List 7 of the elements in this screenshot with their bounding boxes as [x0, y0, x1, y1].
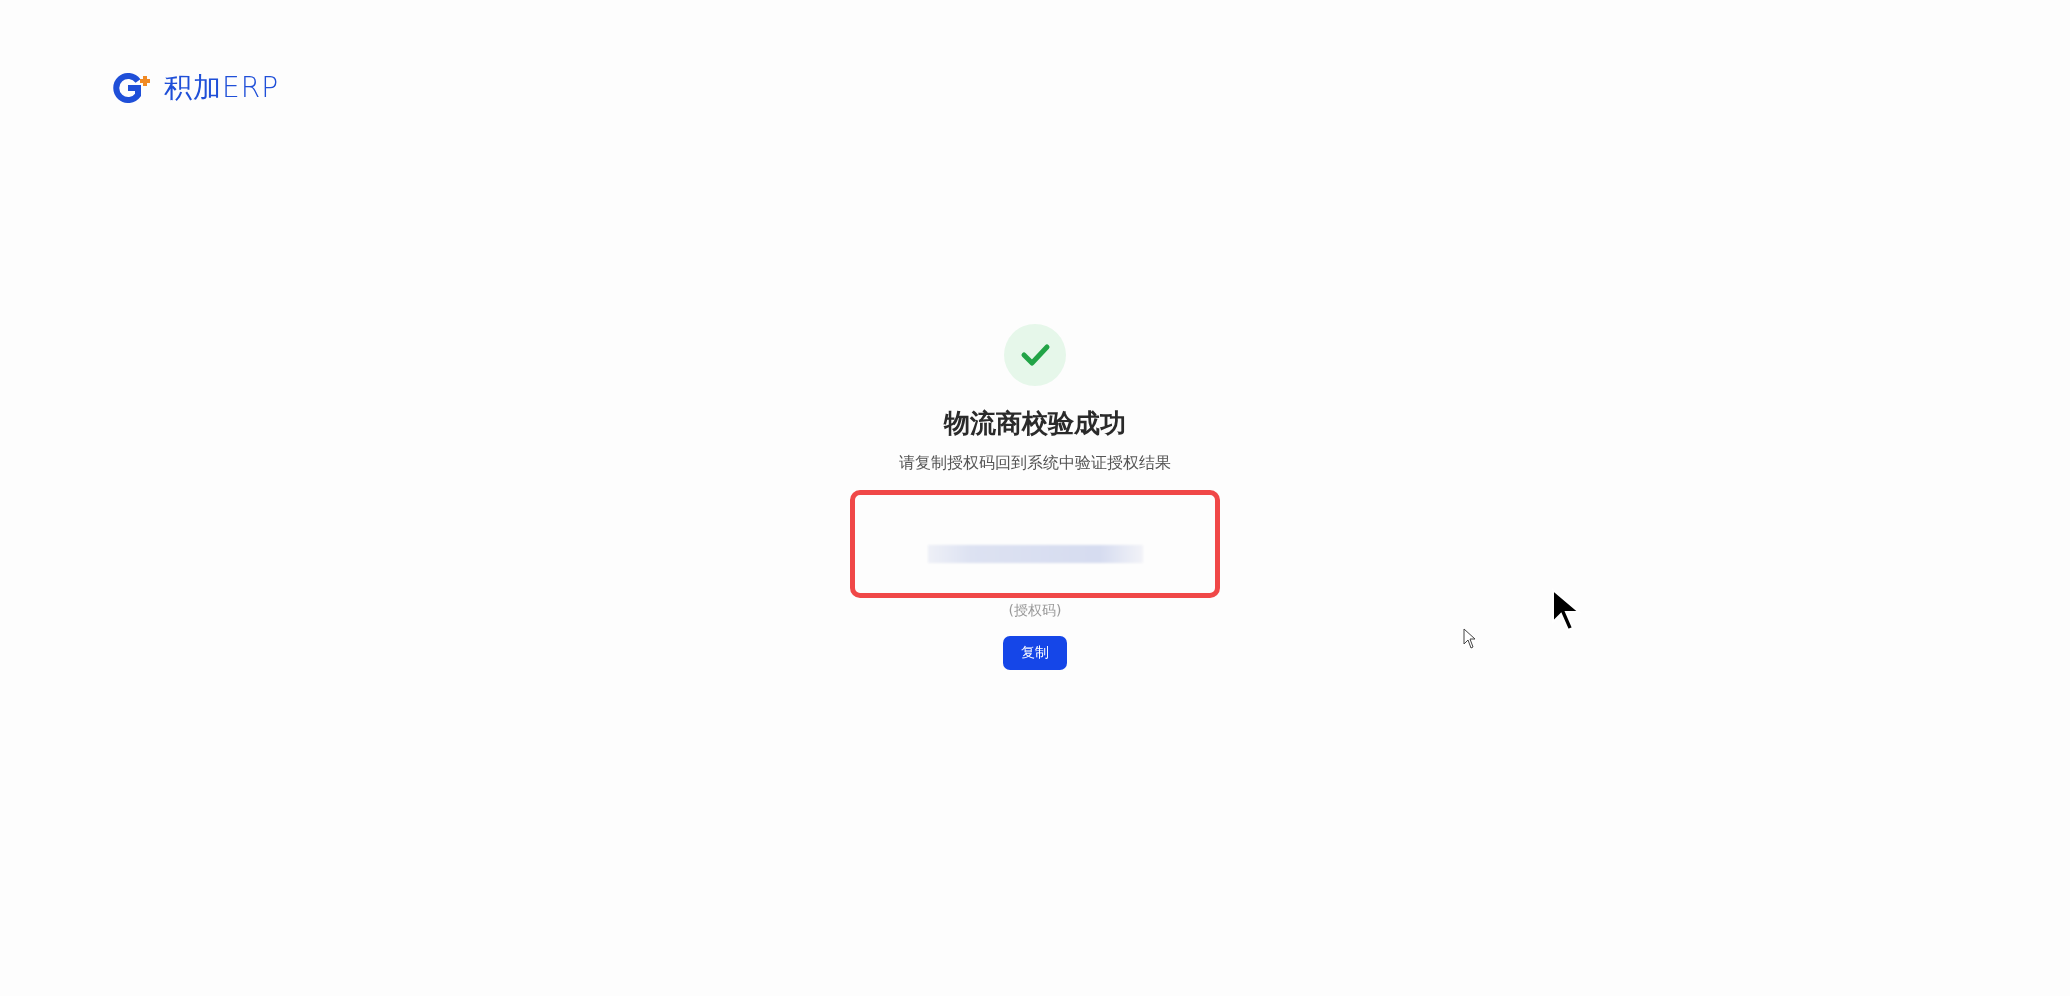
copy-button[interactable]: 复制 — [1003, 636, 1067, 670]
success-check-icon — [1004, 324, 1066, 386]
code-label: (授权码) — [1008, 602, 1062, 620]
result-message: 请复制授权码回到系统中验证授权结果 — [899, 453, 1171, 474]
logo-text: 积加ERP — [164, 72, 280, 104]
result-title: 物流商校验成功 — [944, 407, 1126, 440]
cursor-icon — [1463, 628, 1477, 650]
